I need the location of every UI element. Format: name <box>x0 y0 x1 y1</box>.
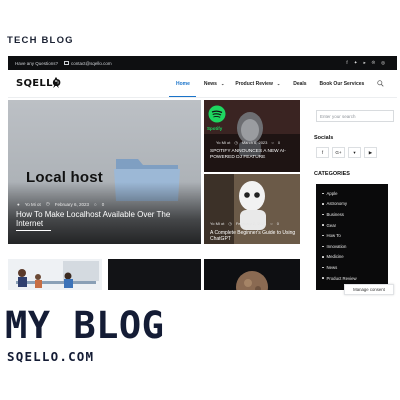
twitter-icon[interactable]: ✦ <box>354 60 358 66</box>
nav-home[interactable]: Home <box>176 81 190 87</box>
post-thumb-space[interactable] <box>204 259 300 290</box>
category-item[interactable]: Business <box>322 209 388 220</box>
active-nav-underline <box>169 96 196 98</box>
category-item[interactable]: Apple <box>322 188 388 199</box>
card-meta: Yo Mi ot ◷ March 6, 2023 ○ 0 <box>216 140 280 145</box>
post-card-spotify[interactable]: Spotify Yo Mi ot ◷ March 6, 2023 ○ 0 SPO… <box>204 100 300 172</box>
nav-deals[interactable]: Deals <box>293 81 306 87</box>
post-card-chatgpt[interactable]: Yo Mi ot ◷ February 2, 2023 ○ 0 A Comple… <box>204 174 300 244</box>
card-title[interactable]: A Complete Beginner's Guide to Using Cha… <box>210 230 296 242</box>
socials-heading: Socials <box>314 135 334 141</box>
hero-title[interactable]: How To Make Localhost Available Over The… <box>16 210 196 228</box>
top-bar: Have any Questions? contact@sqello.com f… <box>8 56 397 70</box>
nav-book-our-services[interactable]: Book Our Services <box>320 81 365 87</box>
hero-title-underline <box>16 230 51 232</box>
pinterest-icon[interactable]: ℗ <box>372 60 375 66</box>
author-icon: ● <box>17 201 20 207</box>
site-header: SQELLO Home News ⌄ Product Review ⌄ Deal… <box>8 70 397 98</box>
google-plus-button[interactable]: G+ <box>332 147 345 158</box>
nav-news[interactable]: News <box>204 81 217 87</box>
manage-consent-button[interactable]: Manage consent <box>344 284 394 295</box>
category-item[interactable]: Astronomy <box>322 199 388 210</box>
hero-author[interactable]: Yo Mi ot <box>25 202 41 207</box>
category-item[interactable]: Gear <box>322 220 388 231</box>
featured-post-localhost[interactable]: Local host ● Yo Mi ot ◷ February 6, 2023… <box>8 100 201 244</box>
category-item[interactable]: Medicine <box>322 252 388 263</box>
website-screenshot: Have any Questions? contact@sqello.com f… <box>8 56 397 290</box>
social-buttons: f G+ ▾ ▶ <box>316 147 377 158</box>
topbar-social-icons: f ✦ ▸ ℗ ◎ <box>346 60 385 66</box>
clock-icon: ◷ <box>228 221 232 226</box>
sidebar: Enter your search Socials f G+ ▾ ▶ CATEG… <box>308 100 397 290</box>
planet-image <box>204 259 300 290</box>
category-item[interactable]: Innovation <box>322 241 388 252</box>
post-thumb-dark[interactable] <box>108 259 201 290</box>
card-author[interactable]: Yo Mi ot <box>216 140 230 145</box>
comment-icon: ○ <box>270 221 273 226</box>
comment-icon: ○ <box>271 140 274 145</box>
card-comments: 0 <box>276 221 279 226</box>
search-input[interactable]: Enter your search <box>316 110 394 122</box>
comment-icon: ○ <box>94 201 97 207</box>
email-text: contact@sqello.com <box>71 60 112 66</box>
hero-meta: ● Yo Mi ot ◷ February 6, 2023 ○ 0 <box>17 201 104 207</box>
card-meta: Yo Mi ot ◷ February 2, 2023 ○ 0 <box>210 221 279 226</box>
hero-comments: 0 <box>101 201 105 207</box>
clock-icon: ◷ <box>234 140 238 145</box>
nav-product-review[interactable]: Product Review <box>235 81 273 87</box>
card-author[interactable]: Yo Mi ot <box>210 221 224 226</box>
mail-icon <box>64 61 70 65</box>
category-item[interactable]: How To <box>322 230 388 241</box>
facebook-icon[interactable]: f <box>346 60 347 66</box>
card-date: February 2, 2023 <box>235 221 267 226</box>
youtube-button[interactable]: ▶ <box>364 147 377 158</box>
email-link[interactable]: contact@sqello.com <box>64 61 112 66</box>
post-thumb-classroom[interactable] <box>8 259 102 290</box>
hero-date: February 6, 2023 <box>54 201 90 207</box>
facebook-button[interactable]: f <box>316 147 329 158</box>
spotify-brand-text: Spotify <box>207 126 223 131</box>
search-icon[interactable] <box>377 80 384 87</box>
card-title[interactable]: SPOTIFY ANNOUNCES A NEW AI-POWERED DJ FE… <box>210 149 296 161</box>
clock-icon: ◷ <box>45 201 50 206</box>
category-item[interactable]: News <box>322 262 388 273</box>
youtube-icon[interactable]: ▸ <box>363 60 365 66</box>
category-item[interactable]: Product Review <box>322 273 388 284</box>
question-text: Have any Questions? <box>15 60 59 66</box>
domain-text: SQELLO.COM <box>7 349 95 364</box>
instagram-icon[interactable]: ◎ <box>381 60 385 66</box>
main-nav: Home News ⌄ Product Review ⌄ Deals Book … <box>176 81 364 87</box>
categories-list: Apple Astronomy Business Gear How To Inn… <box>316 184 388 290</box>
classroom-image <box>8 259 102 290</box>
card-date: March 6, 2023 <box>241 140 268 145</box>
categories-heading: CATEGORIES <box>314 171 350 177</box>
page-heading: TECH BLOG <box>7 35 74 46</box>
spotify-logo-icon <box>208 105 226 123</box>
dropdown-button[interactable]: ▾ <box>348 147 361 158</box>
big-title: MY BLOG <box>5 304 165 347</box>
rocket-icon <box>53 77 59 88</box>
chevron-down-icon: ⌄ <box>276 81 281 86</box>
chevron-down-icon: ⌄ <box>220 81 225 86</box>
card-comments: 0 <box>277 140 281 145</box>
